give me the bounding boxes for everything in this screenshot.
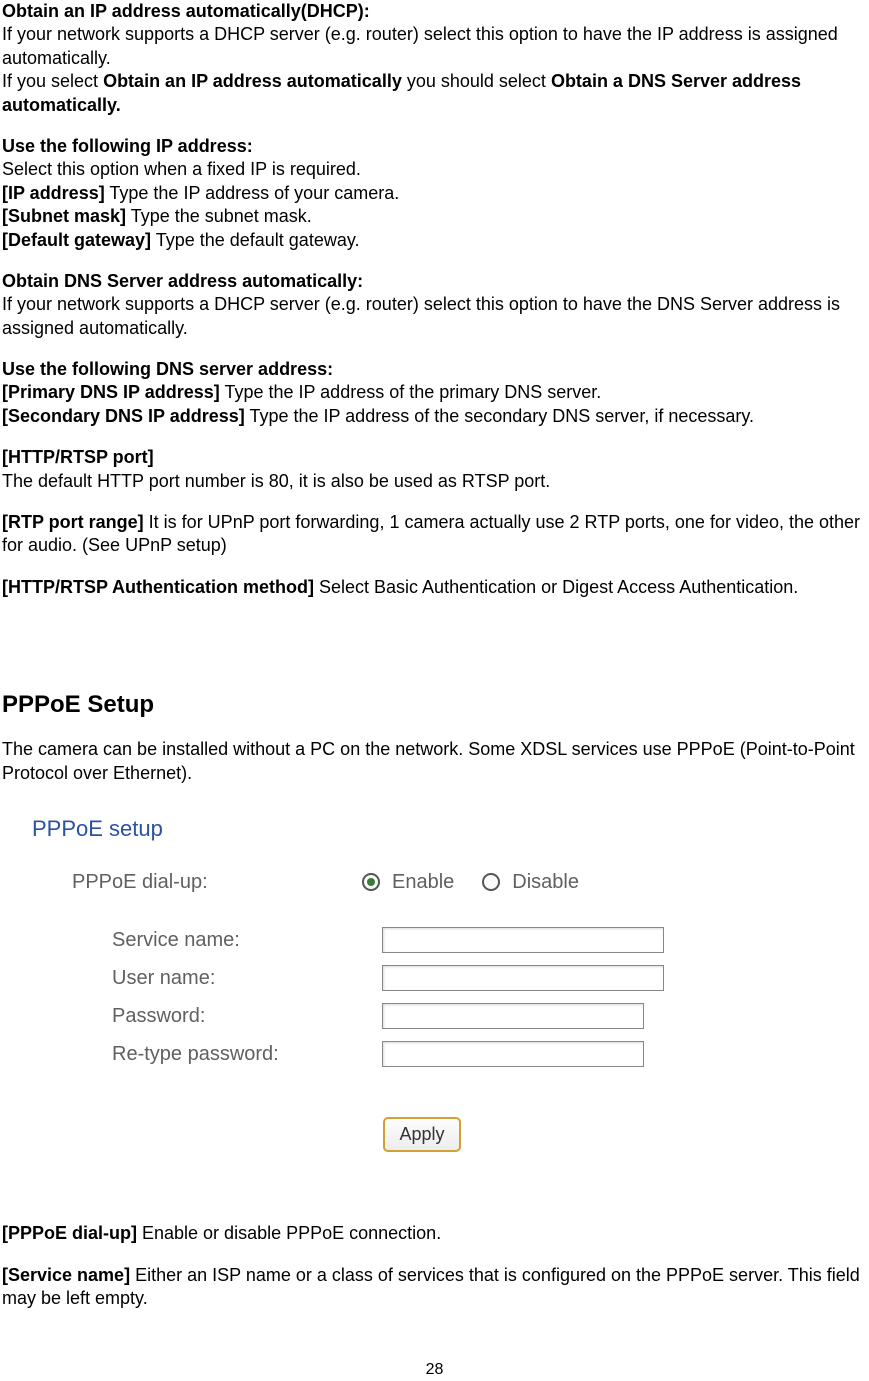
retype-row: Re-type password: [32,1041,812,1067]
dns-static-heading: Use the following DNS server address: [2,358,867,381]
service-row: Service name: [32,927,812,953]
service-label: Service name: [112,927,382,953]
dialup-radio-group: Enable Disable [342,869,579,895]
disable-radio[interactable] [482,873,500,891]
dhcp-heading: Obtain an IP address automatically(DHCP)… [2,0,867,23]
static-ip-line1: Select this option when a fixed IP is re… [2,158,867,181]
password-input[interactable] [382,1003,644,1029]
dns-auto-heading: Obtain DNS Server address automatically: [2,270,867,293]
user-input[interactable] [382,965,664,991]
retype-label: Re-type password: [112,1041,382,1067]
user-label: User name: [112,965,382,991]
pppoe-title: PPPoE Setup [2,689,867,720]
user-row: User name: [32,965,812,991]
primary-dns-line: [Primary DNS IP address] Type the IP add… [2,381,867,404]
password-label: Password: [112,1003,382,1029]
disable-label: Disable [512,869,579,895]
pppoe-panel-title: PPPoE setup [32,815,812,844]
secondary-dns-line: [Secondary DNS IP address] Type the IP a… [2,405,867,428]
gateway-line: [Default gateway] Type the default gatew… [2,229,867,252]
service-input[interactable] [382,927,664,953]
enable-label: Enable [392,869,454,895]
pppoe-service-desc: [Service name] Either an ISP name or a c… [2,1264,867,1311]
dhcp-line2: If you select Obtain an IP address autom… [2,70,867,117]
http-port-line1: The default HTTP port number is 80, it i… [2,470,867,493]
rtp-line: [RTP port range] It is for UPnP port for… [2,511,867,558]
ip-address-line: [IP address] Type the IP address of your… [2,182,867,205]
subnet-line: [Subnet mask] Type the subnet mask. [2,205,867,228]
http-port-heading: [HTTP/RTSP port] [2,446,867,469]
pppoe-form-figure: PPPoE setup PPPoE dial-up: Enable Disabl… [32,815,812,1152]
static-ip-heading: Use the following IP address: [2,135,867,158]
dns-auto-line1: If your network supports a DHCP server (… [2,293,867,340]
dialup-label: PPPoE dial-up: [72,869,342,895]
enable-radio[interactable] [362,873,380,891]
auth-line: [HTTP/RTSP Authentication method] Select… [2,576,867,599]
dialup-row: PPPoE dial-up: Enable Disable [32,869,812,895]
password-row: Password: [32,1003,812,1029]
apply-button[interactable]: Apply [383,1117,460,1152]
dhcp-line1: If your network supports a DHCP server (… [2,23,867,70]
pppoe-dialup-desc: [PPPoE dial-up] Enable or disable PPPoE … [2,1222,867,1245]
retype-input[interactable] [382,1041,644,1067]
pppoe-intro: The camera can be installed without a PC… [2,738,867,785]
